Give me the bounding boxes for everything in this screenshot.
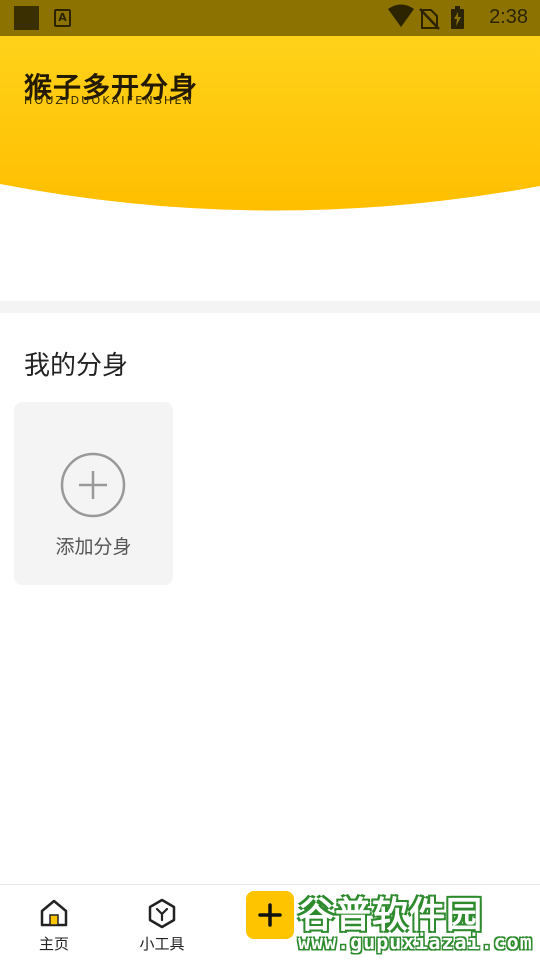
watermark-url-text: www.gupuxiazai.com — [298, 930, 533, 954]
home-icon — [40, 899, 68, 927]
add-circle-icon — [60, 452, 126, 518]
section-divider — [0, 301, 540, 313]
tool-hexagon-icon — [148, 898, 176, 929]
nav-item-tools[interactable]: 小工具 — [108, 885, 216, 960]
nav-label-home: 主页 — [38, 935, 69, 953]
add-fab-button[interactable] — [246, 891, 294, 939]
section-title: 我的分身 — [24, 351, 129, 381]
wifi-icon — [388, 4, 414, 27]
a-notification-icon: A — [54, 9, 71, 27]
nav-item-home[interactable]: 主页 — [0, 885, 108, 960]
app-subtitle: HOUZIDUOKAIFENSHEN — [24, 94, 195, 107]
battery-charging-icon — [451, 6, 464, 29]
notification-square-icon — [14, 6, 39, 30]
status-time: 2:38 — [489, 6, 528, 28]
header-background — [0, 36, 540, 211]
plus-icon — [258, 903, 282, 927]
watermark: 谷普软件园 www.gupuxiazai.com — [296, 886, 538, 956]
add-clone-card[interactable]: 添加分身 — [14, 402, 173, 585]
status-bar: A 2:38 — [0, 0, 540, 36]
nav-label-tools: 小工具 — [139, 935, 185, 953]
no-sim-icon — [419, 8, 440, 30]
app-header: 猴子多开分身 HOUZIDUOKAIFENSHEN — [0, 36, 540, 216]
add-clone-label: 添加分身 — [55, 536, 132, 558]
